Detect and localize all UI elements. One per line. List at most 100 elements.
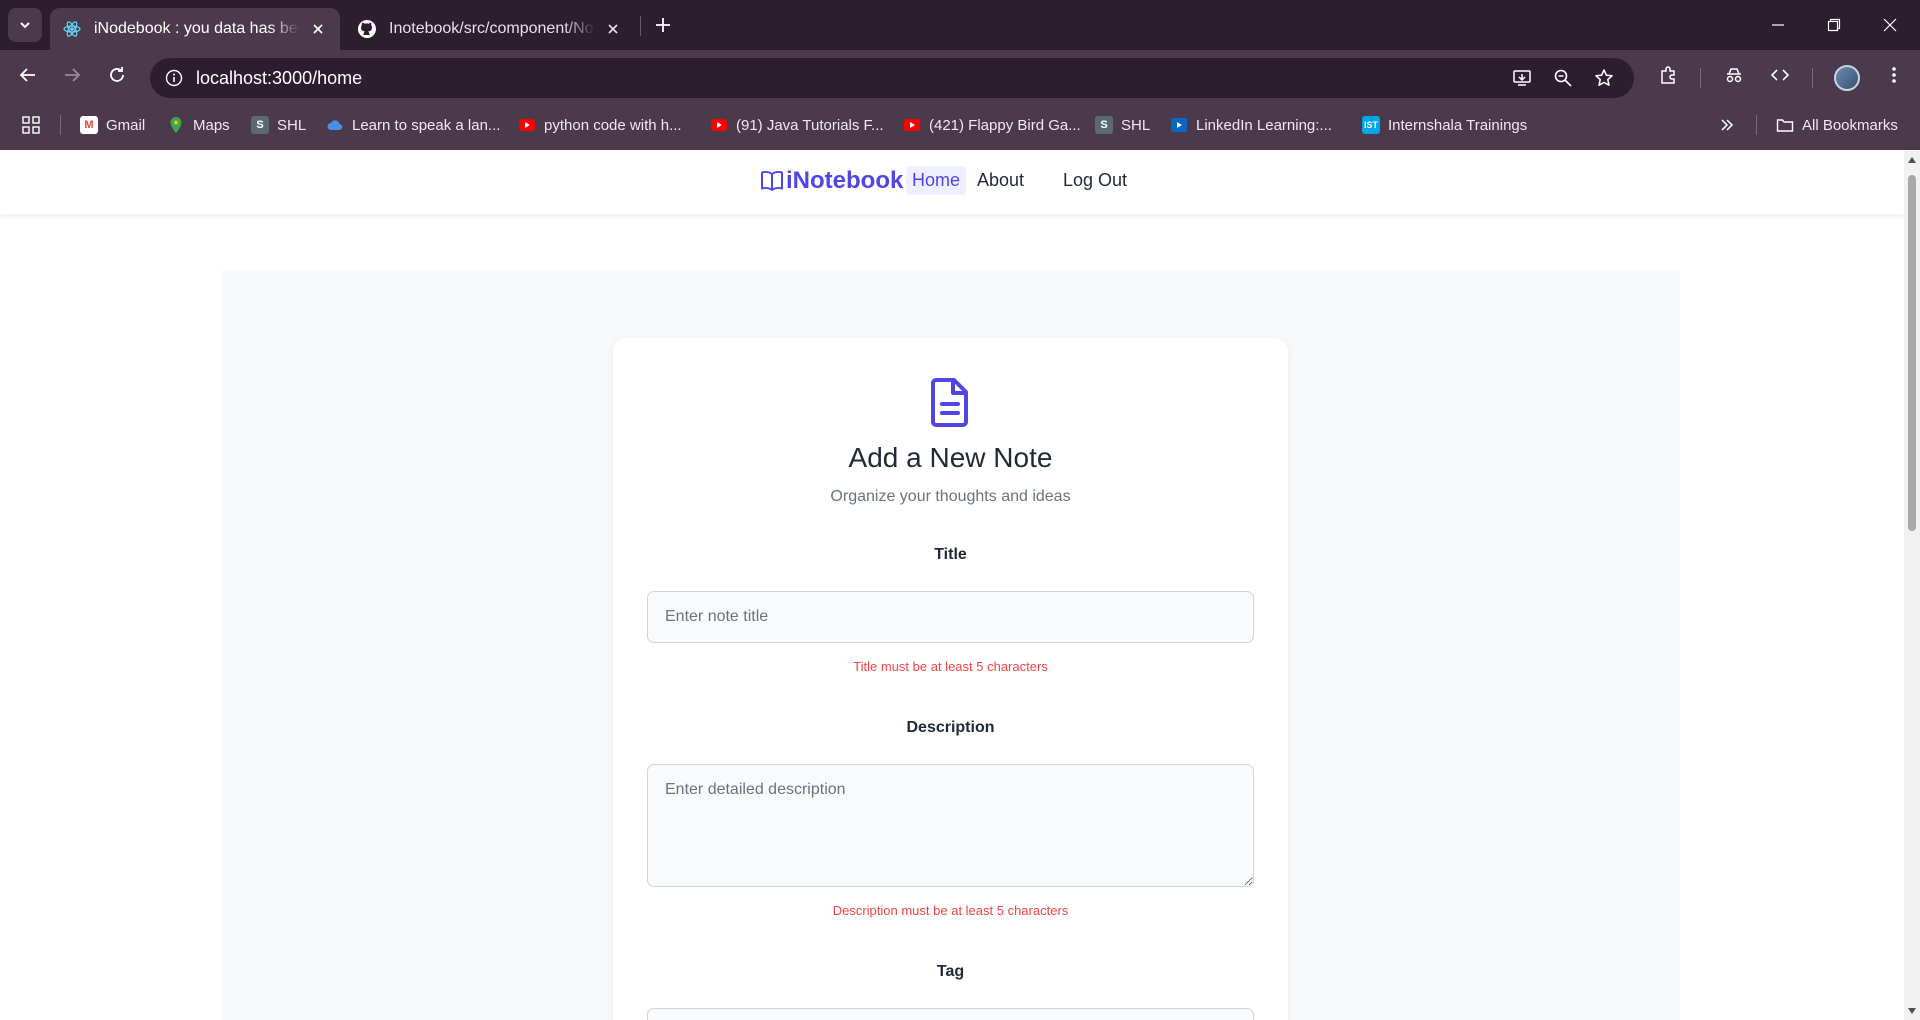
incognito-icon[interactable] xyxy=(1718,59,1750,91)
double-chevron-right-icon xyxy=(1721,119,1734,131)
document-icon xyxy=(931,378,968,427)
toolbar-divider xyxy=(1812,68,1813,88)
url-text[interactable]: localhost:3000/home xyxy=(196,68,362,89)
bookmark-star-icon[interactable] xyxy=(1592,66,1616,90)
add-note-card: Add a New Note Organize your thoughts an… xyxy=(613,338,1288,1020)
reload-button[interactable] xyxy=(101,59,133,91)
youtube-icon xyxy=(904,119,920,131)
bookmark-label: (421) Flappy Bird Ga... xyxy=(929,116,1081,134)
bookmark-label: Internshala Trainings xyxy=(1388,116,1528,134)
bookmark-label: SHL xyxy=(1121,116,1151,134)
restore-button[interactable] xyxy=(1806,0,1862,50)
arrow-left-icon xyxy=(19,68,35,82)
more-bookmarks-button[interactable] xyxy=(1720,114,1734,136)
nav-home-link[interactable]: Home xyxy=(906,166,967,195)
bookmark-maps[interactable]: Maps xyxy=(167,114,230,136)
bookmark-label: (91) Java Tutorials F... xyxy=(736,116,884,134)
reload-icon xyxy=(110,67,124,82)
bookmark-learn-language[interactable]: Learn to speak a lan... xyxy=(326,114,500,136)
restore-icon xyxy=(1827,18,1841,32)
tag-input[interactable] xyxy=(647,1008,1254,1020)
bookmarks-divider xyxy=(60,115,61,135)
folder-icon xyxy=(1776,119,1794,132)
tab-separator xyxy=(640,16,641,36)
scroll-up-icon[interactable] xyxy=(1907,155,1917,165)
bookmark-shl[interactable]: S SHL xyxy=(251,114,306,136)
cloud-icon xyxy=(327,120,343,131)
title-error: Title must be at least 5 characters xyxy=(853,659,1048,674)
close-window-button[interactable] xyxy=(1862,0,1918,50)
install-app-icon[interactable] xyxy=(1510,66,1534,90)
apps-grid-icon xyxy=(22,116,40,134)
tab-title: Inotebook/src/component/Notes.js xyxy=(389,20,595,37)
bookmark-gmail[interactable]: M Gmail xyxy=(80,114,145,136)
browser-tab-strip: iNodebook : you data has been saved Inot… xyxy=(0,0,1920,50)
internshala-icon: IST xyxy=(1362,116,1380,134)
extensions-icon[interactable] xyxy=(1652,59,1684,91)
title-input[interactable] xyxy=(647,591,1254,643)
bookmark-internshala[interactable]: IST Internshala Trainings xyxy=(1362,114,1527,136)
minimize-icon xyxy=(1772,24,1784,26)
scrollbar-thumb[interactable] xyxy=(1908,175,1916,531)
bookmark-shl-2[interactable]: S SHL xyxy=(1095,114,1150,136)
apps-grid-button[interactable] xyxy=(22,114,40,136)
close-tab-icon[interactable] xyxy=(603,19,623,39)
address-bar[interactable]: localhost:3000/home xyxy=(150,58,1634,98)
all-bookmarks-button[interactable]: All Bookmarks xyxy=(1776,114,1898,136)
tag-label: Tag xyxy=(936,963,965,980)
close-tab-icon[interactable] xyxy=(308,19,328,39)
tab-title: iNodebook : you data has been saved xyxy=(94,20,300,37)
description-error: Description must be at least 5 character… xyxy=(832,903,1069,918)
menu-kebab-icon[interactable] xyxy=(1878,59,1910,91)
minimize-button[interactable] xyxy=(1750,0,1806,50)
description-textarea[interactable] xyxy=(647,764,1254,887)
bookmark-python-code[interactable]: python code with h... xyxy=(518,114,682,136)
bookmark-label: Gmail xyxy=(106,116,146,134)
page-scrollbar[interactable] xyxy=(1904,151,1920,1020)
gmail-icon: M xyxy=(80,116,98,134)
bookmark-label: SHL xyxy=(277,116,307,134)
youtube-icon xyxy=(711,119,727,131)
toolbar-divider xyxy=(1700,68,1701,88)
form-subtitle: Organize your thoughts and ideas xyxy=(830,488,1071,505)
chevron-down-icon xyxy=(20,22,30,29)
bookmark-linkedin-learning[interactable]: LinkedIn Learning:... xyxy=(1170,114,1332,136)
page-viewport: iNotebook Home About Log Out Add a New N… xyxy=(0,151,1904,1020)
site-info-icon[interactable] xyxy=(162,66,186,90)
bookmarks-divider xyxy=(1756,115,1757,135)
form-title: Add a New Note xyxy=(848,442,1053,473)
all-bookmarks-label: All Bookmarks xyxy=(1802,116,1898,134)
devtools-icon[interactable] xyxy=(1764,59,1796,91)
profile-avatar[interactable] xyxy=(1834,65,1860,91)
bookmark-label: python code with h... xyxy=(544,116,682,134)
tab-inotebook[interactable]: iNodebook : you data has been saved xyxy=(50,8,340,50)
bookmark-java-tutorials[interactable]: (91) Java Tutorials F... xyxy=(710,114,884,136)
linkedin-learning-icon xyxy=(1171,118,1187,132)
arrow-right-icon xyxy=(65,68,81,82)
bookmark-flappy-bird[interactable]: (421) Flappy Bird Ga... xyxy=(903,114,1081,136)
brand-name: iNotebook xyxy=(786,167,904,194)
nav-about-link[interactable]: About xyxy=(971,166,1030,195)
shl-icon: S xyxy=(1095,116,1113,134)
book-icon xyxy=(761,171,783,191)
tab-github[interactable]: Inotebook/src/component/Notes.js xyxy=(345,8,635,50)
github-icon xyxy=(358,20,376,38)
brand-logo[interactable]: iNotebook xyxy=(760,167,903,195)
description-label: Description xyxy=(906,719,995,736)
zoom-icon[interactable] xyxy=(1551,66,1575,90)
youtube-icon xyxy=(519,119,535,131)
tab-search-button[interactable] xyxy=(8,8,42,42)
close-icon xyxy=(1883,18,1897,32)
react-icon xyxy=(63,21,81,37)
plus-icon xyxy=(656,18,670,32)
bookmark-label: LinkedIn Learning:... xyxy=(1196,116,1332,134)
bookmark-label: Learn to speak a lan... xyxy=(352,116,501,134)
back-button[interactable] xyxy=(12,59,44,91)
maps-icon xyxy=(170,117,182,133)
shl-icon: S xyxy=(251,116,269,134)
nav-logout-link[interactable]: Log Out xyxy=(1057,166,1133,195)
new-tab-button[interactable] xyxy=(650,12,676,38)
bookmark-label: Maps xyxy=(193,116,230,134)
forward-button[interactable] xyxy=(56,59,88,91)
scroll-down-icon[interactable] xyxy=(1907,1006,1917,1016)
